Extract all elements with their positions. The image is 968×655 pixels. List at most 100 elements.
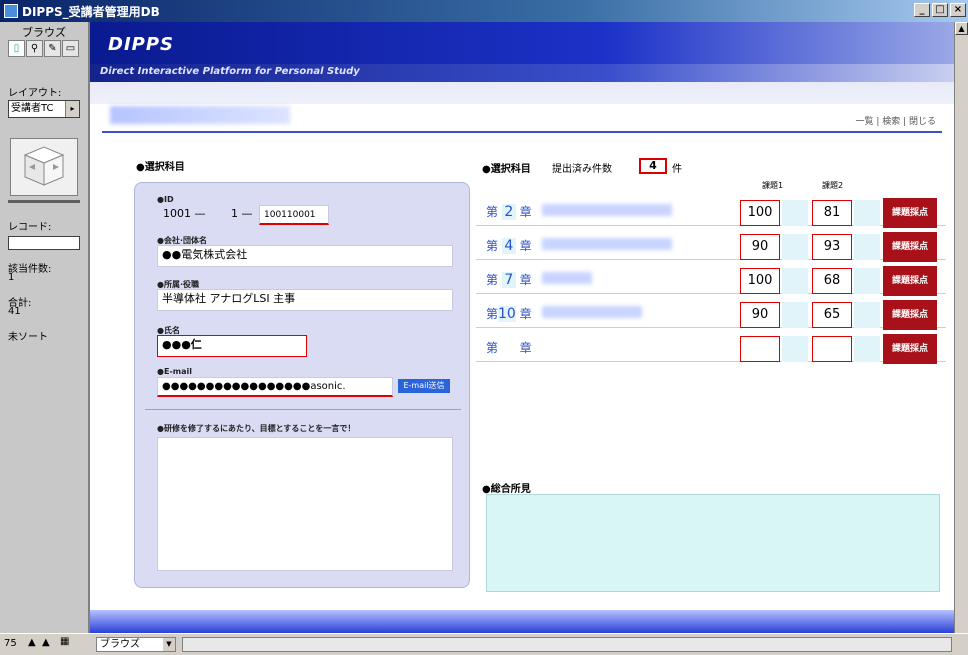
minimize-button[interactable]: _ <box>914 3 930 17</box>
score-2-cell <box>854 268 880 294</box>
id-part3[interactable]: 100110001 <box>259 205 329 225</box>
brand-bar: DIPPS <box>90 22 954 64</box>
preview-tool-icon[interactable]: ▭ <box>62 40 79 57</box>
chevron-down-icon: ▼ <box>163 638 175 651</box>
chapter-label: 第 章 <box>486 341 532 355</box>
mode-label[interactable]: ブラウズ <box>8 24 80 40</box>
zoom-in-icon[interactable]: ▲ <box>42 637 50 648</box>
grade-button[interactable]: 課題採点 <box>883 334 937 364</box>
brand-subtitle: Direct Interactive Platform for Personal… <box>100 66 360 77</box>
score-2-field[interactable]: 65 <box>812 302 852 328</box>
mode-select-value: ブラウズ <box>100 639 140 650</box>
grade-button[interactable]: 課題採点 <box>883 198 937 228</box>
col-header-2: 課題2 <box>822 181 844 190</box>
chapter-number[interactable]: 10 <box>498 306 516 322</box>
chapter-label: 第10 章 <box>486 306 532 322</box>
id-part1[interactable]: 1001 — <box>159 205 225 225</box>
col-header-1: 課題1 <box>762 181 784 190</box>
vertical-scrollbar[interactable]: ▲ <box>954 22 968 633</box>
record-number-input[interactable] <box>8 236 80 250</box>
score-2-field[interactable]: 93 <box>812 234 852 260</box>
brand-logo: DIPPS <box>108 34 174 55</box>
chapter-title <box>542 272 592 284</box>
chapter-row: 第 4 章 90 93 課題採点 <box>476 230 946 262</box>
sort-status: 未ソート <box>8 332 48 343</box>
grade-button[interactable]: 課題採点 <box>883 266 937 296</box>
score-2-field[interactable] <box>812 336 852 362</box>
chapter-title <box>542 306 642 318</box>
goal-label: ●研修を修了するにあたり、目標とすることを一言で！ <box>157 424 356 433</box>
score-1-field[interactable]: 90 <box>740 302 780 328</box>
close-button[interactable]: × <box>950 3 966 17</box>
score-1-cell <box>782 200 808 226</box>
submitted-label: 提出済み件数 <box>552 164 612 175</box>
zoom-level[interactable]: 75 <box>4 638 17 649</box>
layout-tool-icon[interactable]: ✎ <box>44 40 61 57</box>
score-1-cell <box>782 302 808 328</box>
chapter-number[interactable]: 2 <box>501 204 516 220</box>
send-email-button[interactable]: E-mail送信 <box>398 379 450 393</box>
maximize-button[interactable]: □ <box>932 3 948 17</box>
total-value: 41 <box>8 306 21 317</box>
browse-tool-icon[interactable]: ▯ <box>8 40 25 57</box>
left-section-heading: ●選択科目 <box>136 162 185 173</box>
overall-comment-label: ●総合所見 <box>482 484 531 495</box>
chapter-row: 第 2 章 100 81 課題採点 <box>476 196 946 228</box>
chapter-label: 第 7 章 <box>486 272 532 288</box>
find-tool-icon[interactable]: ⚲ <box>26 40 43 57</box>
chapter-row: 第 7 章 100 68 課題採点 <box>476 264 946 296</box>
status-toggle-icon[interactable]: ▦ <box>60 636 69 647</box>
score-2-cell <box>854 234 880 260</box>
score-1-field[interactable]: 100 <box>740 200 780 226</box>
chapter-number[interactable]: 4 <box>501 238 516 254</box>
status-bar: 75 ▲ ▲ ▦ ブラウズ ▼ <box>0 633 968 655</box>
chapter-number[interactable]: 7 <box>501 272 516 288</box>
score-1-field[interactable]: 100 <box>740 268 780 294</box>
score-1-cell <box>782 336 808 362</box>
score-2-cell <box>854 200 880 226</box>
score-1-field[interactable]: 90 <box>740 234 780 260</box>
grade-button[interactable]: 課題採点 <box>883 300 937 330</box>
dept-field[interactable]: 半導体社 アナログLSI 主事 <box>157 289 453 311</box>
found-label: 該当件数: <box>8 264 52 275</box>
id-label: ●ID <box>157 195 174 204</box>
score-1-cell <box>782 234 808 260</box>
layout-select[interactable]: 受講者TC ▸ <box>8 100 80 118</box>
grade-button[interactable]: 課題採点 <box>883 232 937 262</box>
score-2-field[interactable]: 81 <box>812 200 852 226</box>
layout-select-value: 受講者TC <box>11 103 54 114</box>
chapter-title <box>542 204 672 216</box>
chapter-row: 第10 章 90 65 課題採点 <box>476 298 946 330</box>
submitted-count[interactable]: 4 <box>639 158 667 174</box>
zoom-out-icon[interactable]: ▲ <box>28 637 36 648</box>
window-titlebar: DIPPS_受講者管理用DB _ □ × <box>0 0 968 22</box>
student-info-card: ●ID 1001 — 1 — 100110001 ●会社·団体名 ●●電気株式会… <box>134 182 470 588</box>
status-area: ブラウズ ▯ ⚲ ✎ ▭ レイアウト: 受講者TC ▸ レコード: 該当件数: … <box>0 22 90 633</box>
goal-textarea[interactable] <box>157 437 453 571</box>
window-title: DIPPS_受講者管理用DB <box>22 4 160 19</box>
company-field[interactable]: ●●電気株式会社 <box>157 245 453 267</box>
main-content: 一覧 | 検索 | 閉じる ●選択科目 ●ID 1001 — 1 — 10011… <box>90 104 954 610</box>
chapter-label: 第 2 章 <box>486 204 532 220</box>
score-2-field[interactable]: 68 <box>812 268 852 294</box>
name-field[interactable]: ●●●仁 <box>157 335 307 357</box>
score-2-cell <box>854 302 880 328</box>
page-title <box>110 106 290 124</box>
record-book-icon[interactable] <box>10 138 78 196</box>
layout-label: レイアウト: <box>8 88 62 99</box>
email-field[interactable]: ●●●●●●●●●●●●●●●●●asonic. <box>157 377 393 397</box>
email-label: ●E-mail <box>157 367 192 376</box>
id-part2[interactable]: 1 — <box>227 205 255 225</box>
mode-tools: ▯ ⚲ ✎ ▭ <box>8 40 79 57</box>
scroll-up-icon[interactable]: ▲ <box>955 22 968 35</box>
footer-band <box>90 610 954 633</box>
score-1-field[interactable] <box>740 336 780 362</box>
app-icon <box>4 4 18 18</box>
submitted-unit: 件 <box>672 164 682 175</box>
mode-select[interactable]: ブラウズ ▼ <box>96 637 176 652</box>
record-slider[interactable] <box>8 200 80 203</box>
book-pages-icon <box>23 146 65 186</box>
overall-comment-textarea[interactable] <box>486 494 940 592</box>
horizontal-scrollbar[interactable] <box>182 637 952 652</box>
top-links[interactable]: 一覧 | 検索 | 閉じる <box>855 114 936 127</box>
